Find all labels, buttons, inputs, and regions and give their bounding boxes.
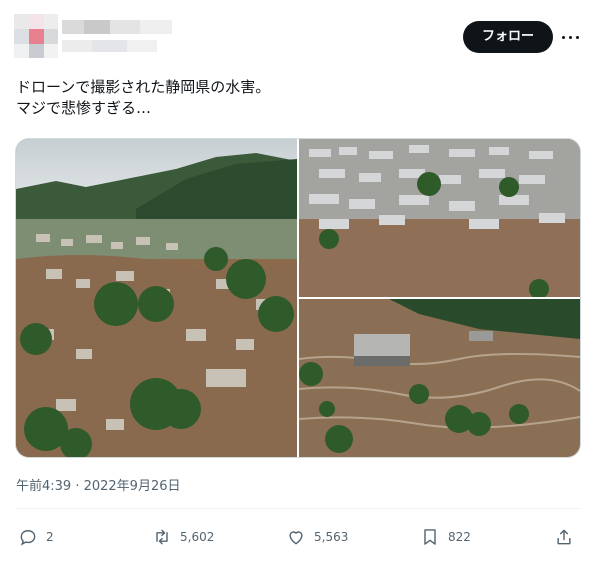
tweet-text: ドローンで撮影された静岡県の水害。 マジで悲惨すぎる… [16, 77, 576, 119]
avatar[interactable] [14, 14, 58, 58]
display-name-blurred[interactable] [62, 20, 172, 34]
share-button[interactable] [554, 525, 574, 549]
like-button[interactable]: 5,563 [286, 525, 348, 549]
bookmark-icon [424, 529, 436, 545]
retweet-icon [156, 529, 168, 545]
divider [16, 508, 580, 509]
share-icon [557, 529, 571, 545]
media-grid [15, 138, 581, 458]
bookmark-button[interactable]: 822 [420, 525, 471, 549]
bookmark-count: 822 [448, 530, 471, 544]
user-handle-blurred[interactable] [62, 40, 157, 52]
post-timestamp[interactable]: 午前4:39 · 2022年9月26日 [16, 475, 181, 494]
tweet-text-line-1: ドローンで撮影された静岡県の水害。 [16, 78, 271, 96]
heart-icon [289, 531, 303, 545]
tweet-text-line-2: マジで悲惨すぎる… [16, 99, 152, 117]
photo-flood-water-rooftops[interactable] [299, 299, 580, 457]
like-count: 5,563 [314, 530, 349, 544]
retweet-button[interactable]: 5,602 [152, 525, 214, 549]
reply-button[interactable]: 2 [18, 525, 54, 549]
reply-count: 2 [46, 530, 54, 544]
more-options-icon[interactable] [560, 24, 582, 50]
reply-icon [20, 530, 36, 546]
retweet-count: 5,602 [180, 530, 215, 544]
photo-flooded-residential-grid[interactable] [299, 139, 580, 297]
photo-flooded-town-aerial[interactable] [16, 139, 297, 457]
follow-button[interactable]: フォロー [463, 21, 553, 53]
